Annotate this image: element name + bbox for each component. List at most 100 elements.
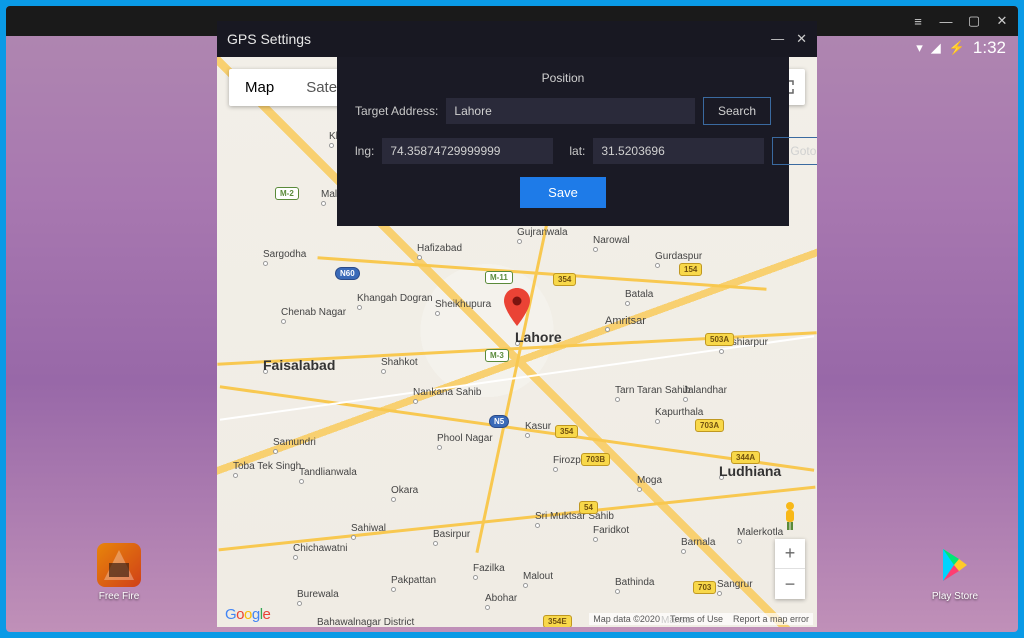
- goto-button[interactable]: Goto: [772, 137, 817, 165]
- city-label: Sheikhupura: [435, 299, 491, 310]
- city-label: Tandlianwala: [299, 467, 357, 478]
- close-icon[interactable]: ✕: [994, 13, 1010, 29]
- menu-icon[interactable]: ≡: [910, 14, 926, 29]
- city-label: Phool Nagar: [437, 433, 493, 444]
- city-label: Ludhiana: [719, 463, 781, 479]
- city-dot: [615, 397, 620, 402]
- city-dot: [523, 583, 528, 588]
- city-dot: [719, 349, 724, 354]
- minimize-icon[interactable]: —: [771, 31, 784, 47]
- city-dot: [717, 591, 722, 596]
- city-dot: [737, 539, 742, 544]
- city-label: Nankana Sahib: [413, 387, 481, 398]
- city-dot: [433, 541, 438, 546]
- city-dot: [391, 497, 396, 502]
- city-dot: [437, 445, 442, 450]
- city-label: Fazilka: [473, 563, 505, 574]
- save-button[interactable]: Save: [520, 177, 606, 208]
- search-button[interactable]: Search: [703, 97, 771, 125]
- lng-label: lng:: [355, 144, 374, 158]
- city-dot: [615, 589, 620, 594]
- city-dot: [535, 523, 540, 528]
- city-label: Gurdaspur: [655, 251, 702, 262]
- clock: 1:32: [973, 38, 1006, 58]
- route-shield: 354: [553, 273, 576, 286]
- city-label: Burewala: [297, 589, 339, 600]
- route-shield: 354E: [543, 615, 572, 627]
- city-dot: [525, 433, 530, 438]
- city-label: Kasur: [525, 421, 551, 432]
- city-label: Kapurthala: [655, 407, 703, 418]
- city-dot: [625, 301, 630, 306]
- city-dot: [473, 575, 478, 580]
- pegman-icon[interactable]: [777, 500, 803, 532]
- signal-icon: ◢: [931, 40, 941, 56]
- city-dot: [321, 201, 326, 206]
- maximize-icon[interactable]: ▢: [966, 13, 982, 29]
- target-address-input[interactable]: [446, 98, 695, 124]
- zoom-in-button[interactable]: +: [775, 539, 805, 569]
- city-label: Abohar: [485, 593, 517, 604]
- city-dot: [381, 369, 386, 374]
- close-icon[interactable]: ✕: [796, 31, 807, 47]
- city-dot: [299, 479, 304, 484]
- city-dot: [329, 143, 334, 148]
- city-dot: [413, 399, 418, 404]
- city-dot: [281, 319, 286, 324]
- city-label: Okara: [391, 485, 418, 496]
- minimize-icon[interactable]: —: [938, 14, 954, 29]
- city-label: Chichawatni: [293, 543, 347, 554]
- city-dot: [297, 601, 302, 606]
- route-shield: 703B: [581, 453, 610, 466]
- city-dot: [435, 311, 440, 316]
- city-label: Sahiwal: [351, 523, 386, 534]
- playstore-icon-image: [933, 543, 977, 587]
- city-label: Jalandhar: [683, 385, 727, 396]
- map-viewport[interactable]: LahoreFaisalabadLudhianaAmritsarSheikhup…: [217, 57, 817, 627]
- city-label: Pakpattan: [391, 575, 436, 586]
- gps-settings-window: GPS Settings — ✕ LahoreFaisalabadLudhian…: [217, 21, 817, 627]
- lng-input[interactable]: [382, 138, 553, 164]
- city-label: Narowal: [593, 235, 630, 246]
- emulator-desktop: ≡ — ▢ ✕ ▾ ◢ ⚡ 1:32 Free Fire Play Store …: [6, 6, 1018, 632]
- route-shield: N5: [489, 415, 509, 428]
- city-dot: [605, 327, 610, 332]
- tab-map[interactable]: Map: [229, 69, 290, 106]
- app-label: Free Fire: [99, 591, 140, 602]
- city-label: Sri Muktsar Sahib: [535, 511, 614, 522]
- lat-label: lat:: [569, 144, 585, 158]
- city-label: Chenab Nagar: [281, 307, 346, 318]
- route-shield: 354: [555, 425, 578, 438]
- zoom-out-button[interactable]: −: [775, 569, 805, 599]
- city-label: Batala: [625, 289, 653, 300]
- wifi-icon: ▾: [916, 40, 923, 56]
- app-icon-freefire[interactable]: Free Fire: [88, 543, 150, 602]
- panel-heading: Position: [355, 71, 771, 85]
- city-dot: [681, 549, 686, 554]
- city-dot: [263, 261, 268, 266]
- city-label: Bathinda: [615, 577, 654, 588]
- city-label: Tarn Taran Sahib: [615, 385, 690, 396]
- city-label: Malout: [523, 571, 553, 582]
- city-dot: [683, 397, 688, 402]
- report-link[interactable]: Report a map error: [733, 614, 809, 624]
- city-dot: [293, 555, 298, 560]
- map-data-text: Map data ©2020: [593, 614, 660, 624]
- terms-link[interactable]: Terms of Use: [670, 614, 723, 624]
- city-dot: [637, 487, 642, 492]
- city-dot: [593, 247, 598, 252]
- google-logo: Google: [225, 606, 270, 623]
- route-shield: 344A: [731, 451, 760, 464]
- city-dot: [391, 587, 396, 592]
- route-shield: M-2: [275, 187, 299, 200]
- lat-input[interactable]: [593, 138, 764, 164]
- route-shield: 703: [693, 581, 716, 594]
- city-label: Sargodha: [263, 249, 306, 260]
- city-label: Bahawalnagar District: [317, 617, 414, 627]
- route-shield: 54: [579, 501, 598, 514]
- city-label: Gujranwala: [517, 227, 568, 238]
- route-shield: 503A: [705, 333, 734, 346]
- app-icon-playstore[interactable]: Play Store: [924, 543, 986, 602]
- city-label: Lahore: [515, 329, 562, 345]
- city-label: Shahkot: [381, 357, 418, 368]
